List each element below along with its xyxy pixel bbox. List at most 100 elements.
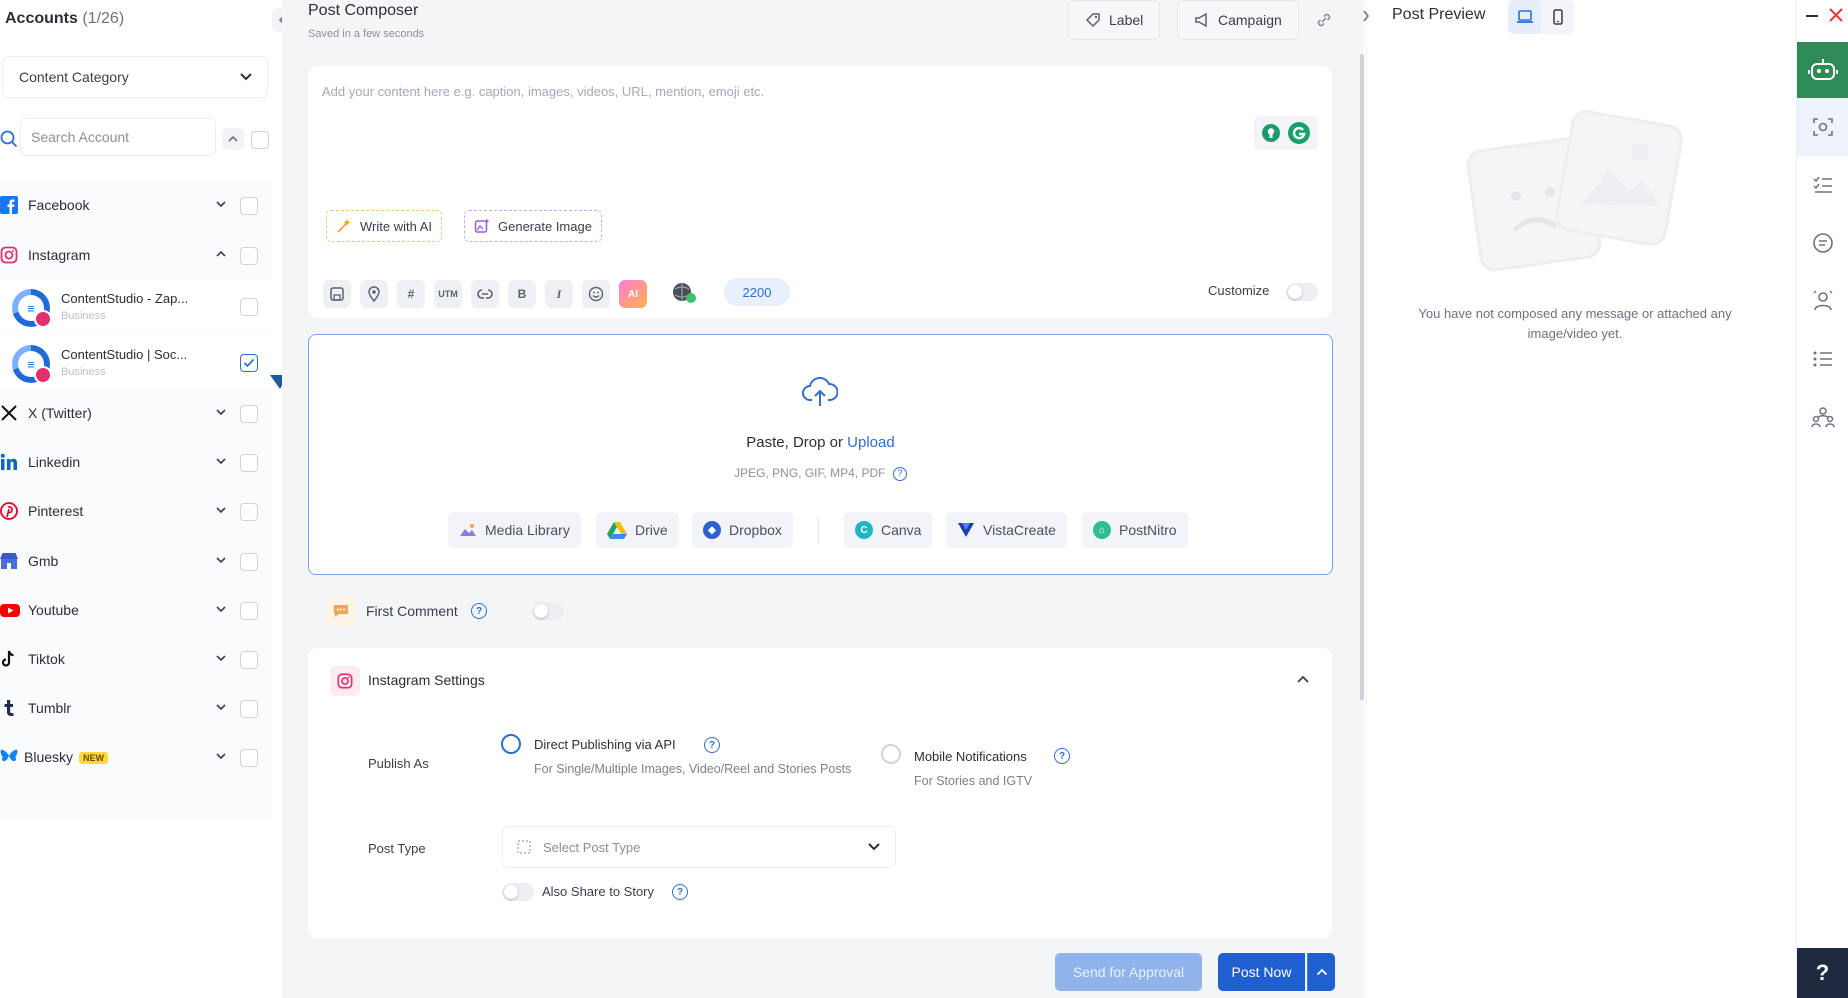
platform-pinterest[interactable]: Pinterest: [0, 488, 272, 537]
platform-checkbox[interactable]: [240, 602, 258, 620]
help-button[interactable]: ?: [1797, 948, 1848, 998]
platform-checkbox[interactable]: [240, 553, 258, 571]
x-icon: [0, 404, 18, 422]
vistacreate-button[interactable]: VistaCreate: [946, 512, 1067, 548]
content-category-select[interactable]: Content Category: [2, 56, 268, 98]
post-now-button[interactable]: Post Now: [1218, 953, 1305, 991]
grammar-tools[interactable]: [1254, 116, 1318, 150]
platform-x-twitter[interactable]: X (Twitter): [0, 390, 272, 439]
help-icon[interactable]: ?: [672, 884, 688, 900]
composer-scrollbar[interactable]: [1360, 54, 1364, 700]
team-icon[interactable]: [1808, 402, 1838, 432]
canva-button[interactable]: C Canva: [844, 512, 933, 548]
instagram-icon: [330, 666, 360, 696]
customize-label: Customize: [1208, 283, 1270, 298]
help-icon[interactable]: ?: [471, 603, 487, 619]
mobile-notifications-radio[interactable]: [881, 744, 901, 764]
chevron-down-icon: [216, 606, 226, 613]
link-icon[interactable]: [1314, 10, 1334, 30]
utm-icon[interactable]: UTM: [434, 280, 462, 308]
editor-textarea[interactable]: Add your content here e.g. caption, imag…: [322, 84, 764, 99]
post-type-select[interactable]: Select Post Type: [502, 826, 896, 868]
media-scan-icon[interactable]: [1808, 112, 1838, 142]
approval-user-icon[interactable]: [1808, 286, 1838, 316]
platform-checkbox[interactable]: [240, 247, 258, 265]
platform-label: Bluesky NEW: [24, 749, 109, 765]
search-account-input[interactable]: [20, 118, 216, 156]
help-icon[interactable]: ?: [892, 466, 907, 481]
checklist-icon[interactable]: [1808, 170, 1838, 200]
send-for-approval-button[interactable]: Send for Approval: [1055, 953, 1202, 991]
collapse-all-button[interactable]: [222, 128, 244, 150]
italic-icon[interactable]: I: [545, 280, 573, 308]
desktop-view-button[interactable]: [1508, 0, 1541, 34]
close-icon[interactable]: [1828, 6, 1844, 24]
platform-gmb[interactable]: Gmb: [0, 538, 272, 587]
campaign-button[interactable]: Campaign: [1177, 0, 1299, 40]
platform-facebook[interactable]: Facebook: [0, 182, 272, 231]
select-all-checkbox[interactable]: [251, 131, 269, 149]
direct-publishing-radio[interactable]: [501, 734, 521, 754]
globe-icon[interactable]: [670, 281, 698, 305]
platform-linkedin[interactable]: Linkedin: [0, 439, 272, 488]
chevron-up-icon: [228, 135, 238, 142]
label-button[interactable]: Label: [1068, 0, 1161, 40]
platform-bluesky[interactable]: Bluesky NEW: [0, 734, 272, 783]
post-type-label: Post Type: [368, 841, 426, 856]
platform-label: Pinterest: [28, 503, 84, 519]
collapse-preview-button[interactable]: [1356, 6, 1376, 26]
location-pin-icon[interactable]: [360, 280, 388, 308]
bold-icon[interactable]: B: [508, 280, 536, 308]
chat-icon[interactable]: [1808, 228, 1838, 258]
upload-link[interactable]: Upload: [847, 434, 895, 451]
customize-toggle[interactable]: [1286, 283, 1318, 301]
hashtag-icon[interactable]: #: [397, 280, 425, 308]
dropbox-button[interactable]: ◆ Dropbox: [692, 512, 793, 548]
platform-checkbox[interactable]: [240, 700, 258, 718]
emoji-icon[interactable]: [582, 280, 610, 308]
ai-assistant-button[interactable]: [1797, 42, 1848, 98]
platform-checkbox[interactable]: [240, 651, 258, 669]
instagram-account-item[interactable]: ≡ ContentStudio - Zap... Business: [0, 279, 272, 334]
drive-button[interactable]: Drive: [596, 512, 679, 548]
linkedin-icon: [0, 453, 18, 471]
instagram-account-item[interactable]: ≡ ContentStudio | Soc... Business: [0, 335, 272, 390]
generate-image-button[interactable]: Generate Image: [464, 210, 602, 242]
google-drive-icon: [607, 522, 627, 539]
platform-tiktok[interactable]: Tiktok: [0, 636, 272, 685]
account-checkbox[interactable]: [240, 298, 258, 316]
platform-label: Instagram: [28, 247, 91, 263]
url-shortener-icon[interactable]: [471, 280, 499, 308]
platform-checkbox[interactable]: [240, 503, 258, 521]
help-icon[interactable]: ?: [704, 737, 720, 753]
platform-label: Facebook: [28, 197, 90, 213]
minimize-icon[interactable]: [1804, 8, 1820, 24]
platform-tumblr[interactable]: Tumblr: [0, 685, 272, 734]
postnitro-button[interactable]: ⌂ PostNitro: [1082, 512, 1188, 548]
ai-hashtag-icon[interactable]: AI: [619, 280, 647, 308]
first-comment-toggle[interactable]: [532, 602, 564, 620]
share-to-story-toggle[interactable]: [502, 883, 534, 901]
post-options-button[interactable]: [1307, 953, 1335, 991]
platform-instagram[interactable]: Instagram: [0, 232, 272, 281]
list-icon[interactable]: [1808, 344, 1838, 374]
write-with-ai-label: Write with AI: [360, 218, 433, 234]
media-library-button[interactable]: Media Library: [448, 512, 581, 548]
platform-checkbox[interactable]: [240, 405, 258, 423]
platform-checkbox[interactable]: [240, 454, 258, 472]
help-icon[interactable]: ?: [1054, 748, 1070, 764]
tumblr-icon: [0, 699, 18, 717]
upload-instructions: Paste, Drop or Upload: [308, 434, 1333, 451]
platform-checkbox[interactable]: [240, 749, 258, 767]
youtube-icon: [0, 601, 20, 619]
file-types-text: JPEG, PNG, GIF, MP4, PDF: [734, 466, 886, 480]
platform-youtube[interactable]: Youtube: [0, 587, 272, 636]
bold-glyph: B: [517, 287, 527, 301]
platform-checkbox[interactable]: [240, 197, 258, 215]
chevron-up-icon[interactable]: [1296, 674, 1310, 684]
account-checkbox-checked[interactable]: [240, 354, 258, 372]
write-with-ai-button[interactable]: Write with AI: [326, 210, 443, 242]
save-draft-icon[interactable]: [323, 280, 351, 308]
tag-icon: [1085, 13, 1100, 28]
mobile-view-button[interactable]: [1541, 0, 1574, 34]
